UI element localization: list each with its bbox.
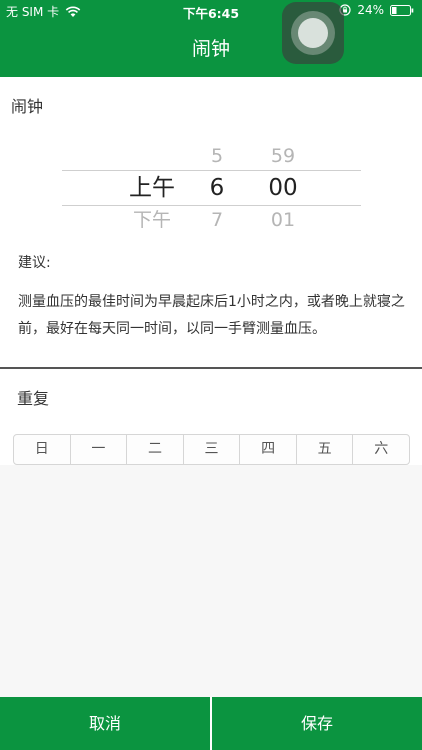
advice-title: 建议:: [18, 255, 51, 271]
save-button[interactable]: 保存: [212, 697, 422, 750]
battery-percent: 24%: [357, 3, 384, 17]
time-picker[interactable]: 5 59 上午 6 00 下午 7 01: [0, 140, 422, 236]
status-right: 24%: [339, 3, 414, 17]
weekday-fri[interactable]: 五: [297, 435, 354, 464]
picker-minute-selected[interactable]: 00: [252, 172, 314, 204]
weekday-mon[interactable]: 一: [71, 435, 128, 464]
status-bar: 无 SIM 卡 下午6:45 24%: [0, 0, 422, 22]
weekday-sun[interactable]: 日: [14, 435, 71, 464]
page-title: 闹钟: [191, 38, 230, 60]
repeat-label: 重复: [17, 389, 50, 408]
picker-hour-above[interactable]: 5: [192, 140, 242, 172]
header: 无 SIM 卡 下午6:45 24% 闹钟: [0, 0, 422, 77]
weekday-wed[interactable]: 三: [184, 435, 241, 464]
picker-ampm-selected[interactable]: 上午: [112, 172, 192, 204]
picker-minute-below[interactable]: 01: [252, 204, 314, 236]
picker-row-selected[interactable]: 上午 6 00: [0, 172, 422, 204]
battery-icon: [390, 4, 414, 16]
advice-text: 测量血压的最佳时间为早晨起床后1小时之内，或者晚上就寝之前，最好在每天同一时间，…: [18, 294, 405, 337]
picker-ampm-below[interactable]: 下午: [112, 204, 192, 236]
picker-hour-selected[interactable]: 6: [192, 172, 242, 204]
assist-dot: [298, 18, 328, 48]
picker-line-bottom: [62, 205, 361, 206]
weekday-selector[interactable]: 日 一 二 三 四 五 六: [13, 434, 410, 465]
weekday-thu[interactable]: 四: [240, 435, 297, 464]
assistive-touch-icon[interactable]: [282, 2, 344, 64]
picker-line-top: [62, 170, 361, 171]
picker-hour-below[interactable]: 7: [192, 204, 242, 236]
picker-minute-above[interactable]: 59: [252, 140, 314, 172]
picker-row-below[interactable]: 下午 7 01: [0, 204, 422, 236]
footer-bar: 取消 保存: [0, 697, 422, 750]
assist-ring: [291, 11, 335, 55]
content-background: [0, 465, 422, 697]
cancel-button[interactable]: 取消: [0, 697, 210, 750]
weekday-tue[interactable]: 二: [127, 435, 184, 464]
picker-row-above[interactable]: 5 59: [0, 140, 422, 172]
alarm-section-label: 闹钟: [11, 97, 44, 116]
weekday-sat[interactable]: 六: [353, 435, 409, 464]
section-divider: [0, 367, 422, 369]
